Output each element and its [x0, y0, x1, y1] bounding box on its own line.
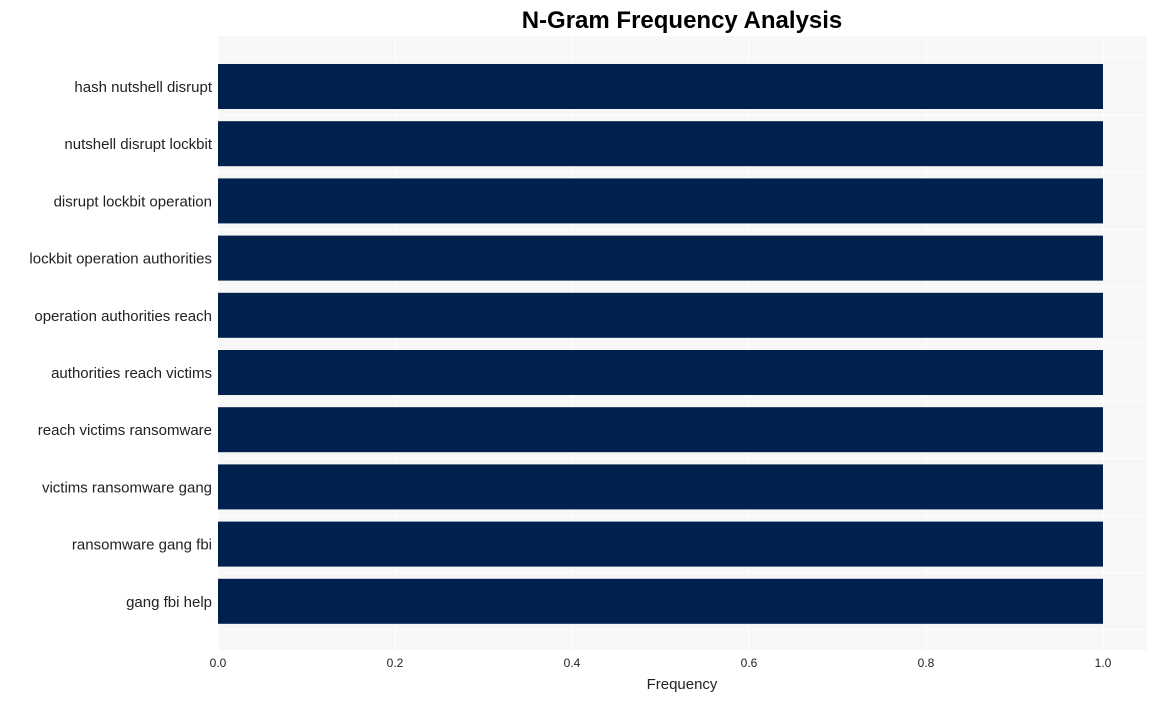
- y-tick-label: lockbit operation authorities: [29, 251, 212, 268]
- chart: hash nutshell disrupt nutshell disrupt lo…: [29, 7, 1147, 693]
- y-tick-label: nutshell disrupt lockbit: [64, 136, 212, 153]
- bar: [218, 64, 1103, 109]
- y-tick-label: ransomware gang fbi: [72, 537, 212, 554]
- y-tick-label: authorities reach victims: [51, 365, 212, 382]
- bar: [218, 521, 1103, 567]
- y-tick-label: reach victims ransomware: [38, 422, 212, 439]
- y-tick-label: hash nutshell disrupt: [74, 79, 212, 96]
- x-tick-label: 0.0: [210, 656, 227, 670]
- bar: [218, 578, 1103, 624]
- bar: [218, 292, 1103, 338]
- x-tick-labels: 0.0 0.2 0.4 0.6 0.8 1.0: [210, 656, 1112, 670]
- bar: [218, 178, 1103, 224]
- bar: [218, 121, 1103, 167]
- x-tick-label: 0.2: [387, 656, 404, 670]
- y-tick-label: gang fbi help: [126, 594, 212, 611]
- bar: [218, 407, 1103, 453]
- bar: [218, 464, 1103, 510]
- x-tick-label: 0.8: [918, 656, 935, 670]
- bar: [218, 235, 1103, 281]
- x-tick-label: 1.0: [1095, 656, 1112, 670]
- y-tick-label: victims ransomware gang: [42, 479, 212, 496]
- y-tick-label: operation authorities reach: [34, 308, 212, 325]
- x-tick-label: 0.6: [741, 656, 758, 670]
- y-tick-label: disrupt lockbit operation: [54, 193, 212, 210]
- bar: [218, 350, 1103, 395]
- x-tick-label: 0.4: [564, 656, 581, 670]
- y-tick-labels: hash nutshell disrupt nutshell disrupt lo…: [29, 79, 212, 611]
- x-axis-label: Frequency: [647, 676, 718, 693]
- chart-title: N-Gram Frequency Analysis: [522, 7, 843, 34]
